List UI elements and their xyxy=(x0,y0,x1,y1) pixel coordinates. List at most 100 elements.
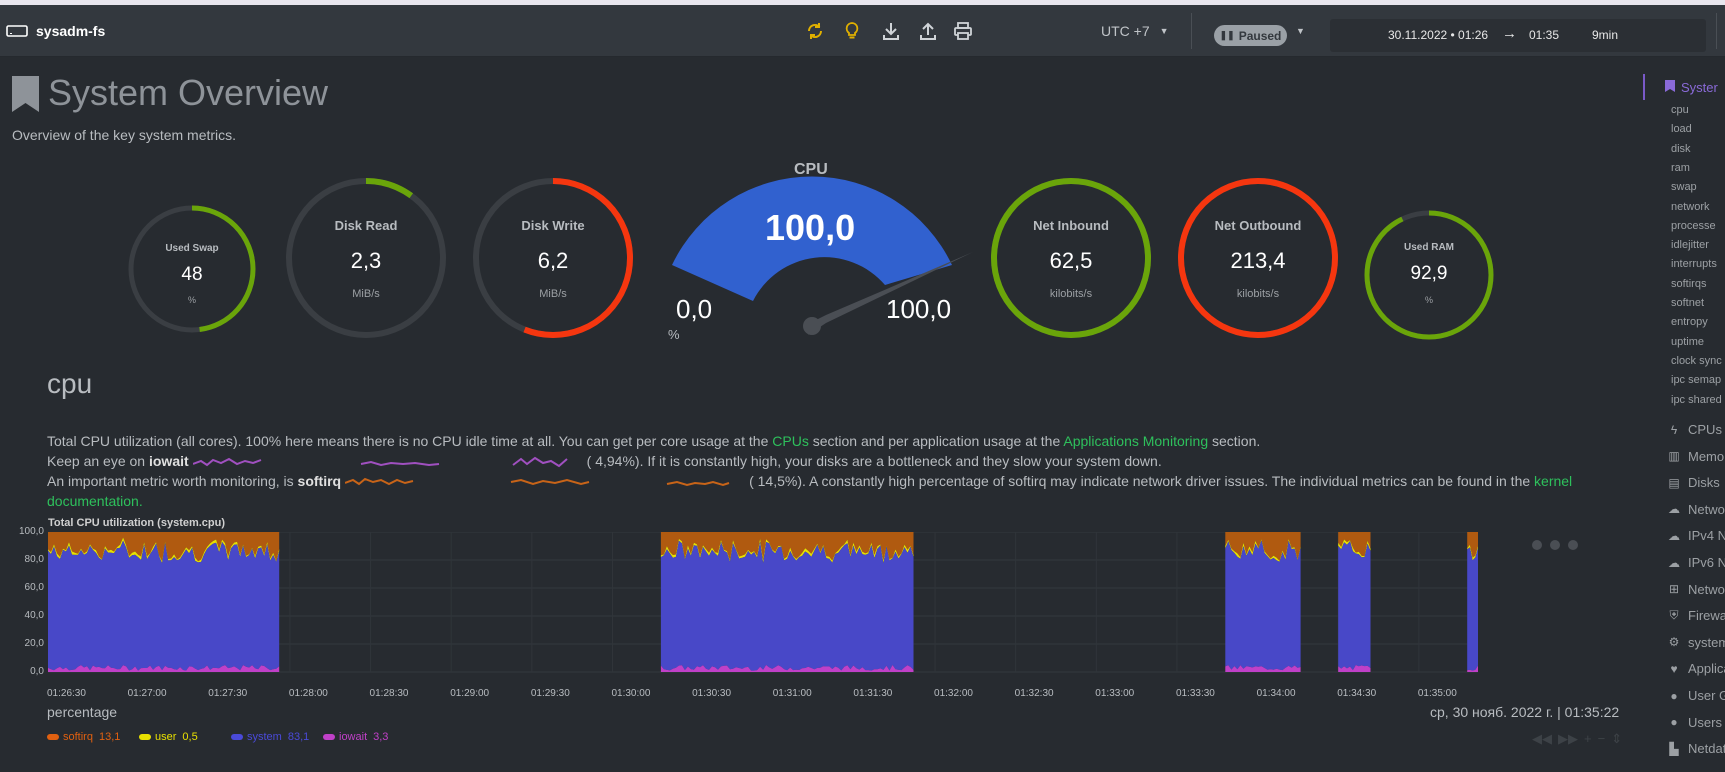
zoom-in-icon[interactable]: + xyxy=(1584,731,1592,747)
nav-subitem-cpu[interactable]: cpu xyxy=(1671,104,1689,116)
x-tick-label: 01:33:00 xyxy=(1095,688,1135,699)
legend-item-system[interactable]: system 83,1 xyxy=(231,731,309,743)
nav-section-disks[interactable]: ▤ Disks xyxy=(1666,475,1720,491)
page-title: System Overview xyxy=(48,72,329,113)
nav-section-user-g[interactable]: ● User G xyxy=(1666,688,1725,703)
print-icon[interactable] xyxy=(953,5,973,57)
text: section and per application usage at the xyxy=(808,433,1064,449)
server-icon[interactable] xyxy=(6,5,28,57)
legend-item-iowait[interactable]: iowait 3,3 xyxy=(323,731,388,743)
playback-status-badge[interactable]: ❚❚ Paused xyxy=(1214,25,1287,46)
area-system-segment xyxy=(1225,540,1301,671)
y-tick-label: 0,0 xyxy=(30,666,44,677)
bookmark-icon xyxy=(12,76,39,117)
nav-label: Netdat xyxy=(1688,741,1725,757)
gauge-disk-write[interactable]: Disk Write 6,2 MiB/s xyxy=(471,176,635,340)
nav-section-networ[interactable]: ⊞ Networ xyxy=(1666,582,1725,597)
nav-section-netdat[interactable]: ▙ Netdat xyxy=(1666,741,1725,756)
lightbulb-icon[interactable] xyxy=(842,5,862,57)
nav-subitem-uptime[interactable]: uptime xyxy=(1671,336,1704,348)
zoom-out-icon[interactable]: − xyxy=(1598,731,1606,747)
time-range-picker[interactable]: 30.11.2022 • 01:26 → 01:35 9min xyxy=(1330,19,1706,52)
gauge-cpu[interactable]: CPU 100,0 0,0 100,0 % xyxy=(660,155,980,345)
nav-section-networ[interactable]: ☁ Networ xyxy=(1666,502,1725,517)
sync-icon[interactable] xyxy=(805,5,825,57)
gauge-title: Net Inbound xyxy=(1033,218,1109,233)
nav-label: Applica xyxy=(1688,661,1725,677)
upload-icon[interactable] xyxy=(918,5,938,57)
x-tick-label: 01:29:30 xyxy=(530,688,570,699)
resize-icon[interactable]: ⇕ xyxy=(1611,731,1622,747)
legend-swatch xyxy=(323,734,335,740)
nav-subitem-ipc-shared[interactable]: ipc shared xyxy=(1671,394,1722,406)
timezone-label: UTC +7 xyxy=(1101,23,1150,39)
chevron-down-icon[interactable]: ▼ xyxy=(1296,5,1305,57)
nav-section-ipv6-n[interactable]: ☁ IPv6 N xyxy=(1666,555,1725,570)
nav-subitem-ipc-semap[interactable]: ipc semap xyxy=(1671,374,1721,386)
gauge-net-inbound[interactable]: Net Inbound 62,5 kilobits/s xyxy=(989,176,1153,340)
area-system-segment xyxy=(660,540,914,671)
forward-icon[interactable]: ▶▶ xyxy=(1558,731,1578,747)
gauge-used-ram[interactable]: Used RAM 92,9 % xyxy=(1362,208,1496,342)
divider xyxy=(1716,13,1717,49)
legend-value: 3,3 xyxy=(373,731,389,743)
chart-resize-dots xyxy=(1532,540,1578,550)
nav-section-ipv4-n[interactable]: ☁ IPv4 N xyxy=(1666,528,1725,543)
gauge-unit: % xyxy=(1424,295,1433,305)
nav-subitem-disk[interactable]: disk xyxy=(1671,143,1691,155)
x-tick-label: 01:33:30 xyxy=(1175,688,1215,699)
nav-section-firewa[interactable]: ⛨ Firewa xyxy=(1666,608,1725,623)
nav-subitem-swap[interactable]: swap xyxy=(1671,181,1697,193)
gauge-net-outbound[interactable]: Net Outbound 213,4 kilobits/s xyxy=(1176,176,1340,340)
rewind-icon[interactable]: ◀◀ xyxy=(1532,731,1552,747)
applications-monitoring-link[interactable]: Applications Monitoring xyxy=(1063,433,1208,449)
timezone-selector[interactable]: UTC +7 ▼ xyxy=(1101,5,1169,57)
documentation-link[interactable]: documentation. xyxy=(47,493,143,509)
legend-name: softirq xyxy=(63,731,93,743)
nav-subitem-load[interactable]: load xyxy=(1671,123,1692,135)
hostname-label[interactable]: sysadm-fs xyxy=(36,5,105,57)
gauge-used-swap[interactable]: Used Swap 48 % xyxy=(124,201,260,337)
nav-subitem-network[interactable]: network xyxy=(1671,201,1710,213)
download-icon[interactable] xyxy=(881,5,901,57)
shield-icon: ⛨ xyxy=(1669,608,1679,623)
cloud-icon: ☁ xyxy=(1668,555,1680,570)
nav-section-applica[interactable]: ♥ Applica xyxy=(1666,661,1725,676)
nav-label: IPv6 N xyxy=(1688,555,1725,570)
nav-section-users[interactable]: ● Users xyxy=(1666,715,1722,730)
nav-section-system[interactable]: ⚙ system xyxy=(1666,635,1725,650)
gauge-value: 100,0 xyxy=(765,207,856,248)
nav-label: Disks xyxy=(1688,475,1720,491)
gauge-value: 213,4 xyxy=(1230,248,1286,273)
cpus-link[interactable]: CPUs xyxy=(772,433,809,449)
gauge-title: Used Swap xyxy=(165,243,219,254)
x-tick-label: 01:27:00 xyxy=(127,688,167,699)
nav-subitem-interrupts[interactable]: interrupts xyxy=(1671,258,1717,270)
nav-item-system-overview[interactable]: Syster xyxy=(1665,80,1718,95)
legend-item-softirq[interactable]: softirq 13,1 xyxy=(47,731,120,743)
legend-item-user[interactable]: user 0,5 xyxy=(139,731,198,743)
gauge-title: Used RAM xyxy=(1403,242,1454,253)
gauge-disk-read[interactable]: Disk Read 2,3 MiB/s xyxy=(284,176,448,340)
nav-section-cpus[interactable]: ϟ CPUs xyxy=(1666,422,1722,437)
section-title-cpu: cpu xyxy=(47,368,93,399)
y-tick-label: 100,0 xyxy=(18,526,44,537)
gauge-unit: MiB/s xyxy=(539,288,567,300)
nav-subitem-clock-sync[interactable]: clock sync xyxy=(1671,355,1722,367)
nav-subitem-ram[interactable]: ram xyxy=(1671,162,1690,174)
y-tick-label: 40,0 xyxy=(24,610,44,621)
gauge-min: 0,0 xyxy=(676,294,713,324)
sitemap-icon: ⊞ xyxy=(1668,582,1680,597)
range-end: 01:35 xyxy=(1529,28,1560,42)
area-system-segment xyxy=(1338,541,1371,671)
chart-timestamp: ср, 30 нояб. 2022 г. | 01:35:22 xyxy=(1430,704,1620,720)
nav-section-memor[interactable]: ▥ Memor xyxy=(1666,449,1725,464)
nav-subitem-softnet[interactable]: softnet xyxy=(1671,297,1704,309)
chart-units: percentage xyxy=(47,704,118,720)
nav-subitem-entropy[interactable]: entropy xyxy=(1671,316,1708,328)
nav-subitem-softirqs[interactable]: softirqs xyxy=(1671,278,1706,290)
nav-subitem-idlejitter[interactable]: idlejitter xyxy=(1671,239,1709,251)
kernel-link[interactable]: kernel xyxy=(1534,473,1572,489)
nav-subitem-processe[interactable]: processe xyxy=(1671,220,1716,232)
cpu-area-chart[interactable] xyxy=(48,532,1618,686)
